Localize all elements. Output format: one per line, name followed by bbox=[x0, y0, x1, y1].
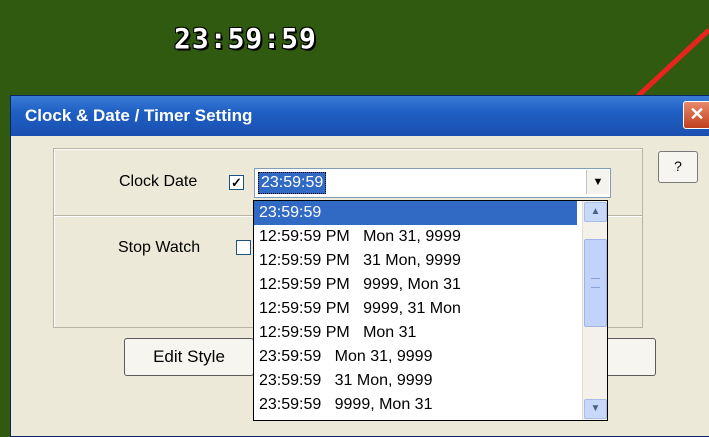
scroll-down-button[interactable]: ▼ bbox=[584, 399, 607, 419]
close-button[interactable]: ✕ bbox=[683, 101, 709, 129]
dropdown-items: 23:59:59 12:59:59 PM Mon 31, 9999 12:59:59… bbox=[254, 201, 607, 417]
clock-date-checkbox[interactable]: ✓ bbox=[229, 175, 244, 190]
dropdown-option[interactable]: 12:59:59 PM 31 Mon, 9999 bbox=[254, 249, 577, 273]
dialog-title: Clock & Date / Timer Setting bbox=[25, 106, 253, 125]
scroll-down-icon: ▼ bbox=[590, 403, 601, 414]
format-dropdown-list[interactable]: 23:59:59 12:59:59 PM Mon 31, 9999 12:59:59… bbox=[253, 200, 608, 421]
stop-watch-label: Stop Watch bbox=[118, 239, 201, 256]
dropdown-scrollbar[interactable]: ▲ ▼ bbox=[582, 201, 607, 420]
scroll-up-icon: ▲ bbox=[590, 206, 601, 217]
scroll-thumb[interactable] bbox=[584, 239, 607, 327]
dropdown-option[interactable]: 23:59:59 9999, Mon 31 bbox=[254, 393, 577, 417]
clock-display: 23:59:59 bbox=[174, 22, 317, 55]
dropdown-option[interactable]: 23:59:59 Mon 31, 9999 bbox=[254, 345, 577, 369]
stop-watch-checkbox[interactable] bbox=[236, 240, 251, 255]
grip-icon bbox=[591, 278, 600, 288]
dropdown-option[interactable]: 12:59:59 PM Mon 31, 9999 bbox=[254, 225, 577, 249]
dropdown-option[interactable]: 23:59:59 31 Mon, 9999 bbox=[254, 369, 577, 393]
edit-style-button[interactable]: Edit Style bbox=[124, 338, 254, 376]
clock-format-combobox[interactable]: 23:59:59 ▼ bbox=[254, 168, 611, 198]
combo-selected-value: 23:59:59 bbox=[258, 172, 327, 194]
checkmark-icon: ✓ bbox=[231, 175, 242, 190]
dropdown-option[interactable]: 12:59:59 PM 9999, 31 Mon bbox=[254, 297, 577, 321]
clock-date-label: Clock Date bbox=[119, 173, 198, 190]
chevron-down-icon: ▼ bbox=[592, 176, 604, 188]
combo-dropdown-button[interactable]: ▼ bbox=[586, 170, 609, 194]
dialog-titlebar[interactable]: Clock & Date / Timer Setting ✕ bbox=[11, 96, 709, 136]
dropdown-option[interactable]: 12:59:59 PM Mon 31 bbox=[254, 321, 577, 345]
scroll-up-button[interactable]: ▲ bbox=[584, 202, 607, 222]
dropdown-option[interactable]: 23:59:59 bbox=[254, 201, 577, 225]
dropdown-option[interactable]: 12:59:59 PM 9999, Mon 31 bbox=[254, 273, 577, 297]
close-icon: ✕ bbox=[689, 104, 705, 124]
help-button[interactable]: ? bbox=[658, 151, 698, 183]
